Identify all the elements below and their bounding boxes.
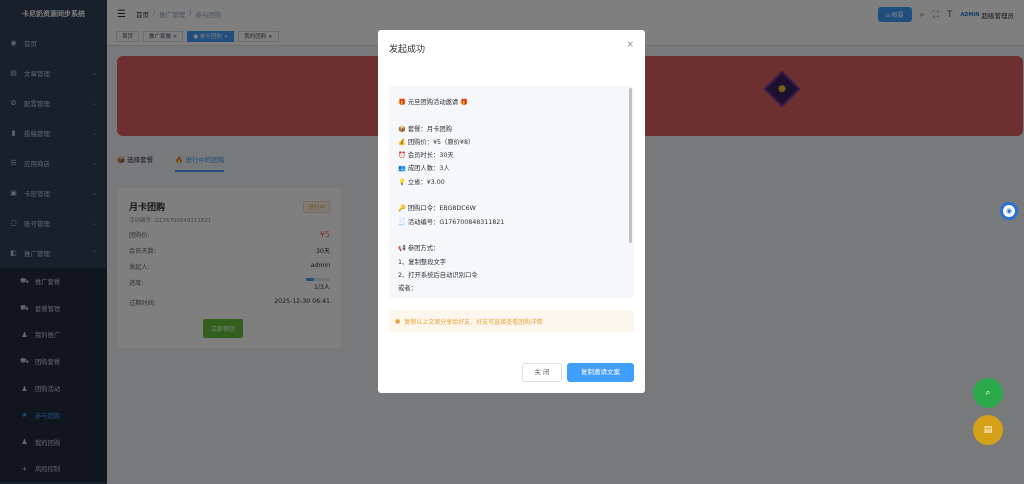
invite-line: 2、打开系统后自动识别口令 — [398, 271, 478, 279]
invite-line — [398, 189, 625, 202]
invite-line — [398, 109, 625, 122]
invite-line: 📦 套餐：月卡团购 — [398, 125, 452, 133]
info-icon: ● — [395, 317, 401, 325]
invite-line — [398, 229, 625, 242]
success-dialog: 发起成功 × 🎁 元旦团购活动邀请 🎁 📦 套餐：月卡团购 💰 团购价：¥5（原价¥… — [378, 30, 645, 393]
invite-line: 🔑 团购口令：EBG8DC6W — [398, 205, 476, 213]
dialog-title: 发起成功 — [389, 45, 426, 55]
invite-text-box: 🎁 元旦团购活动邀请 🎁 📦 套餐：月卡团购 💰 团购价：¥5（原价¥8） ⏰ 会员时… — [389, 86, 634, 298]
invite-line: 🎁 元旦团购活动邀请 🎁 — [398, 99, 469, 106]
invite-line: 或者： — [398, 285, 417, 293]
copy-invite-button[interactable]: 复制邀请文案 — [567, 363, 634, 382]
support-icon[interactable]: ◉ — [1000, 202, 1018, 220]
invite-line: 💰 团购价：¥5（原价¥8） — [398, 138, 475, 146]
invite-line: 💡 立省：¥3.00 — [398, 178, 445, 186]
search-fab[interactable]: ⌕ — [973, 378, 1003, 408]
scrollbar[interactable] — [629, 88, 632, 243]
notice-bar: ● 复制以上文案分享给好友，好友可直接查看团购详情 — [389, 310, 634, 332]
invite-text: 🎁 元旦团购活动邀请 🎁 📦 套餐：月卡团购 💰 团购价：¥5（原价¥8） ⏰ 会员时… — [389, 86, 634, 298]
notice-text: 复制以上文案分享给好友，好友可直接查看团购详情 — [404, 318, 543, 326]
invite-line: 📢 参团方式： — [398, 245, 440, 253]
invite-line: 👥 成团人数：3人 — [398, 165, 450, 173]
invite-line: 🧾 活动编号：G176700848311821 — [398, 218, 505, 226]
close-icon[interactable]: × — [626, 40, 634, 50]
invite-line: 1、复制整段文字 — [398, 258, 447, 266]
close-button[interactable]: 关 闭 — [522, 363, 562, 382]
menu-fab[interactable]: ▤ — [973, 415, 1003, 445]
invite-line: ⏰ 会员时长：30天 — [398, 152, 454, 160]
